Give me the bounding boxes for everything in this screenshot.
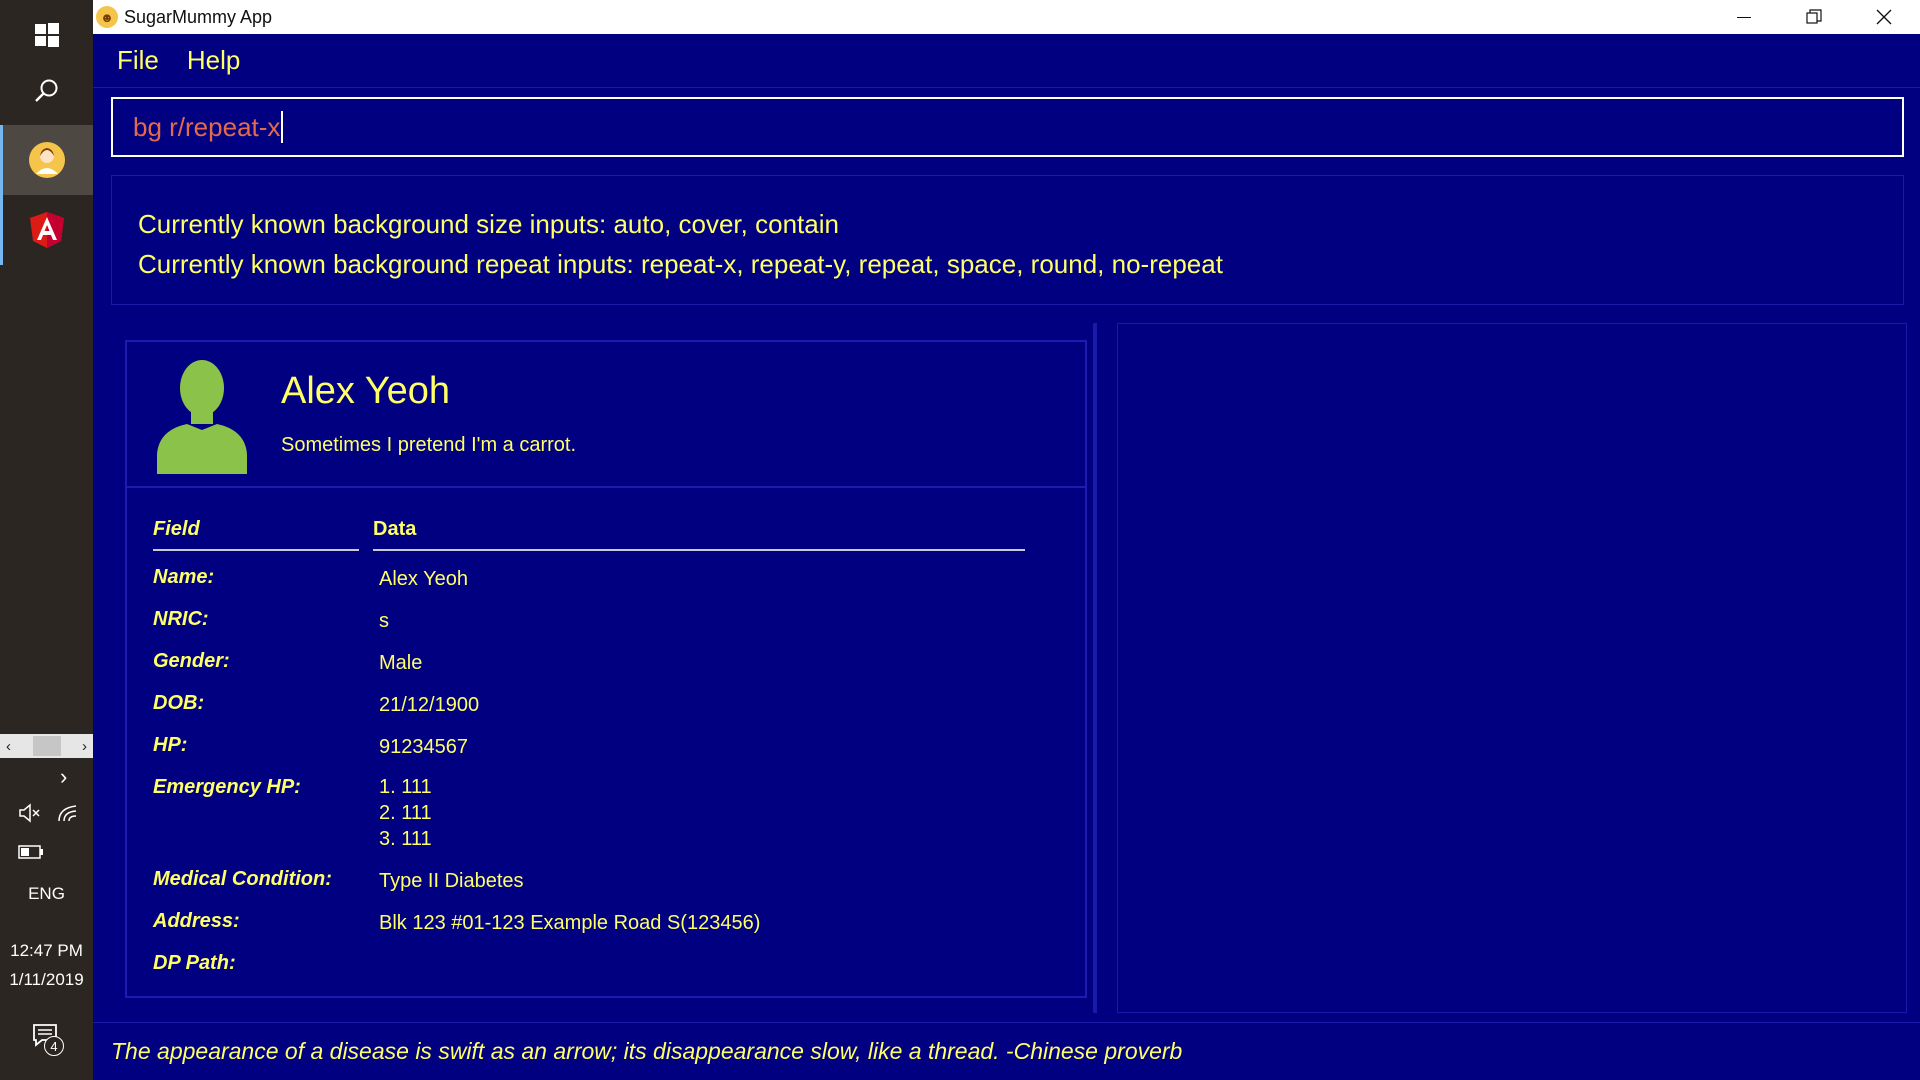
show-hidden-icons-chevron[interactable]: › <box>60 764 67 790</box>
taskbar-sugarmummy-app[interactable] <box>0 125 93 195</box>
result-line: Currently known background repeat inputs… <box>138 249 1223 279</box>
row-value: Male <box>379 652 423 674</box>
column-header-field[interactable]: Field <box>153 518 359 551</box>
emergency-hp-item: 1. 111 <box>379 776 432 798</box>
row-value-list: 1. 111 2. 111 3. 111 <box>379 774 432 852</box>
clock-time[interactable]: 12:47 PM <box>0 941 93 961</box>
row-value: Blk 123 #01-123 Example Road S(123456) <box>379 912 761 934</box>
result-line: Currently known background size inputs: … <box>138 209 839 239</box>
menu-file[interactable]: File <box>117 45 159 76</box>
row-label: Address: <box>153 910 240 932</box>
scroll-left-icon[interactable]: ‹ <box>6 738 11 755</box>
volume-muted-icon[interactable] <box>18 802 42 830</box>
active-indicator <box>0 125 3 195</box>
restore-button[interactable] <box>1779 0 1849 34</box>
row-label: Gender: <box>153 650 230 672</box>
scroll-right-icon[interactable]: › <box>82 738 87 755</box>
row-value: s <box>379 610 389 632</box>
command-input-text: bg r/repeat-x <box>133 111 281 142</box>
wifi-icon[interactable] <box>56 802 80 830</box>
status-quote-bar: The appearance of a disease is swift as … <box>93 1022 1920 1080</box>
close-icon <box>1876 9 1892 25</box>
notification-badge: 4 <box>44 1036 64 1056</box>
profile-name: Alex Yeoh <box>281 370 451 412</box>
app-window: ☻ SugarMummy App File Help bg r/repeat-x… <box>93 0 1920 1080</box>
minimize-button[interactable] <box>1709 0 1779 34</box>
row-label: NRIC: <box>153 608 209 630</box>
menu-help[interactable]: Help <box>187 45 240 76</box>
minimize-icon <box>1737 16 1751 18</box>
row-label: Emergency HP: <box>153 776 301 798</box>
app-title-icon: ☻ <box>96 6 118 28</box>
command-input[interactable]: bg r/repeat-x <box>111 97 1904 157</box>
profile-bio: Sometimes I pretend I'm a carrot. <box>281 434 577 456</box>
profile-card: Alex Yeoh Sometimes I pretend I'm a carr… <box>125 340 1087 488</box>
window-title: SugarMummy App <box>124 6 273 27</box>
avatar <box>157 360 247 474</box>
quote-text: The appearance of a disease is swift as … <box>111 1038 1183 1064</box>
open-indicator <box>0 195 3 265</box>
secondary-panel <box>1117 323 1907 1013</box>
emergency-hp-item: 3. 111 <box>379 828 432 850</box>
emergency-hp-item: 2. 111 <box>379 802 432 824</box>
row-value: 21/12/1900 <box>379 694 480 716</box>
taskbar: ‹ › › ENG 12:47 PM 1/11/2019 4 <box>0 0 93 1080</box>
row-label: Name: <box>153 566 215 588</box>
restore-icon <box>1806 9 1822 24</box>
search-icon <box>34 79 57 102</box>
action-center-icon[interactable]: 4 <box>32 1022 64 1058</box>
row-value: Alex Yeoh <box>379 568 468 590</box>
column-header-data[interactable]: Data <box>373 518 1025 551</box>
angular-app-icon <box>29 212 64 248</box>
result-display: Currently known background size inputs: … <box>111 175 1904 305</box>
row-label: HP: <box>153 734 188 756</box>
menu-bar: File Help <box>93 34 1920 88</box>
row-label: DP Path: <box>153 952 236 974</box>
battery-icon[interactable] <box>18 842 44 865</box>
search-button[interactable] <box>0 56 93 126</box>
taskbar-angular-app[interactable] <box>0 195 93 265</box>
row-value: Type II Diabetes <box>379 870 524 892</box>
details-card: Field Data Name: Alex Yeoh NRIC: s Gende… <box>125 488 1087 998</box>
text-caret <box>281 111 284 143</box>
row-label: Medical Condition: <box>153 868 332 890</box>
language-indicator[interactable]: ENG <box>0 884 93 904</box>
sugarmummy-app-icon <box>28 142 65 178</box>
title-bar[interactable]: ☻ SugarMummy App <box>93 0 1920 34</box>
clock-date[interactable]: 1/11/2019 <box>0 970 93 990</box>
row-value: 91234567 <box>379 736 468 758</box>
row-label: DOB: <box>153 692 205 714</box>
taskbar-scrollbar[interactable]: ‹ › <box>0 734 93 758</box>
close-button[interactable] <box>1849 0 1919 34</box>
windows-start-icon <box>34 23 59 47</box>
scroll-thumb[interactable] <box>32 736 61 756</box>
